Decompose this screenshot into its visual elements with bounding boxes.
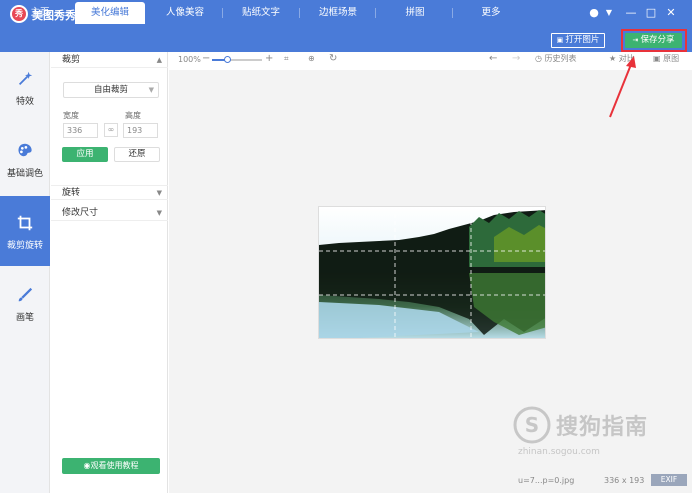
dimensions-text: 336 x 193 bbox=[604, 476, 645, 485]
tab-home[interactable]: 主页 bbox=[5, 2, 75, 24]
rotate-section-title: 旋转 bbox=[62, 188, 81, 198]
tab-divider bbox=[375, 8, 376, 18]
chevron-down-icon: ▼ bbox=[148, 86, 154, 94]
tab-beautify[interactable]: 美化编辑 bbox=[75, 2, 145, 24]
skin-icon[interactable]: ● bbox=[586, 5, 602, 21]
tab-divider bbox=[222, 8, 223, 18]
crop-mode-select[interactable]: 自由裁剪 ▼ bbox=[63, 82, 159, 98]
width-label: 宽度 bbox=[63, 111, 79, 120]
svg-text:S: S bbox=[525, 413, 539, 437]
chevron-down-icon: ▼ bbox=[156, 209, 162, 217]
zoom-slider-handle[interactable] bbox=[224, 56, 231, 63]
tab-frames-scenes[interactable]: 边框场景 bbox=[303, 2, 373, 24]
tab-divider bbox=[452, 8, 453, 18]
close-button[interactable]: ✕ bbox=[663, 5, 679, 21]
zoom-in-button[interactable]: + bbox=[265, 53, 273, 64]
fit-crop-icon[interactable]: ⌗ bbox=[284, 54, 289, 64]
tutorial-label: 观看使用教程 bbox=[90, 461, 139, 470]
tab-stickers-text[interactable]: 贴纸文字 bbox=[226, 2, 296, 24]
sidebar-item-basic-color[interactable]: 基础调色 bbox=[0, 124, 50, 194]
zoom-level: 100% bbox=[178, 55, 201, 64]
crop-section-title: 裁剪 bbox=[62, 55, 81, 65]
chevron-down-icon: ▼ bbox=[156, 189, 162, 197]
original-button[interactable]: ▣ 原图 bbox=[653, 53, 679, 64]
sidebar-item-label: 画笔 bbox=[15, 313, 34, 323]
sogou-logo-icon: S bbox=[513, 406, 551, 444]
edited-photo[interactable] bbox=[318, 206, 546, 339]
rotate-section-header[interactable]: 旋转 ▼ bbox=[51, 185, 168, 200]
crop-icon bbox=[17, 215, 33, 231]
redo-icon[interactable]: → bbox=[512, 53, 520, 64]
save-highlight-box bbox=[621, 29, 687, 52]
open-image-label: 打开图片 bbox=[565, 35, 600, 45]
sidebar-item-brush[interactable]: 画笔 bbox=[0, 268, 50, 338]
height-input[interactable]: 193 bbox=[123, 123, 158, 138]
menu-icon[interactable]: ▼ bbox=[601, 5, 617, 21]
reset-button[interactable]: 还原 bbox=[114, 147, 160, 162]
open-image-button[interactable]: ▣ 打开图片 bbox=[551, 33, 605, 48]
sidebar-item-label: 特效 bbox=[15, 97, 34, 107]
image-icon: ▣ bbox=[653, 54, 664, 63]
resize-section-title: 修改尺寸 bbox=[62, 208, 99, 218]
sidebar-item-effects[interactable]: 特效 bbox=[0, 52, 50, 122]
resize-section-header[interactable]: 修改尺寸 ▼ bbox=[51, 206, 168, 221]
zoom-out-button[interactable]: − bbox=[202, 53, 210, 64]
link-ratio-icon[interactable]: ∞ bbox=[104, 123, 118, 137]
apply-button[interactable]: 应用 bbox=[62, 147, 108, 162]
maximize-button[interactable]: □ bbox=[643, 5, 659, 21]
exif-button[interactable]: EXIF bbox=[651, 474, 687, 486]
tab-more[interactable]: 更多 bbox=[456, 2, 526, 24]
minimize-button[interactable]: — bbox=[623, 5, 639, 21]
chevron-up-icon: ▲ bbox=[156, 56, 162, 64]
crop-mode-value: 自由裁剪 bbox=[93, 85, 128, 95]
brush-icon bbox=[18, 287, 33, 302]
palette-icon bbox=[18, 143, 32, 157]
compare-label: 对比 bbox=[618, 54, 635, 63]
star-icon: ★ bbox=[609, 54, 619, 63]
refresh-icon[interactable]: ↻ bbox=[329, 53, 337, 64]
history-button[interactable]: ◷ 历史列表 bbox=[535, 53, 577, 64]
zoom-search-icon[interactable]: ⊕ bbox=[308, 54, 315, 63]
undo-icon[interactable]: ← bbox=[489, 53, 497, 64]
original-label: 原图 bbox=[663, 54, 680, 63]
tab-collage[interactable]: 拼图 bbox=[380, 2, 450, 24]
crop-section-header[interactable]: 裁剪 ▲ bbox=[51, 53, 168, 68]
history-label: 历史列表 bbox=[544, 54, 577, 63]
filename-text: u=7...p=0.jpg bbox=[518, 476, 575, 485]
clock-icon: ◷ bbox=[535, 54, 545, 63]
height-label: 高度 bbox=[125, 111, 141, 120]
width-input[interactable]: 336 bbox=[63, 123, 98, 138]
watermark: S 搜狗指南 zhinan.sogou.com bbox=[512, 405, 682, 465]
sidebar-item-crop-rotate[interactable]: 裁剪旋转 bbox=[0, 196, 50, 266]
watermark-text: 搜狗指南 bbox=[556, 415, 649, 440]
lake-forest-image bbox=[319, 207, 545, 338]
watermark-url: zhinan.sogou.com bbox=[518, 447, 600, 457]
magic-wand-icon bbox=[18, 71, 33, 86]
sidebar-item-label: 裁剪旋转 bbox=[6, 241, 43, 251]
tab-portrait[interactable]: 人像美容 bbox=[150, 2, 220, 24]
tab-divider bbox=[299, 8, 300, 18]
compare-button[interactable]: ★ 对比 bbox=[609, 53, 635, 64]
watch-tutorial-button[interactable]: ◉观看使用教程 bbox=[62, 458, 160, 474]
sidebar-item-label: 基础调色 bbox=[6, 169, 43, 179]
